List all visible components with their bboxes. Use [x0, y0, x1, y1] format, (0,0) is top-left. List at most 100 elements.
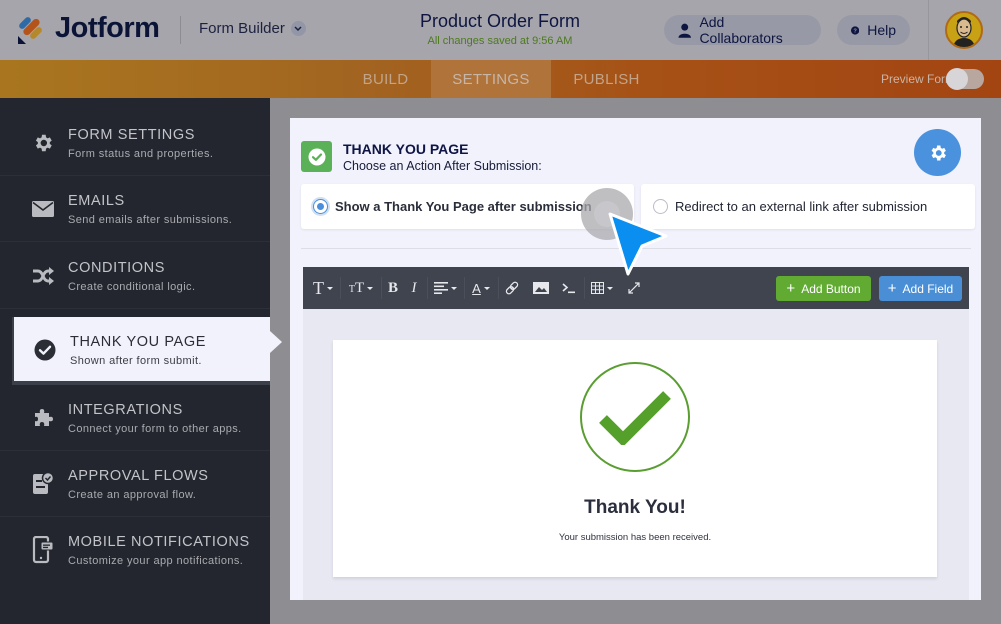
code-button[interactable]: [560, 277, 578, 299]
add-field-button[interactable]: + Add Field: [879, 276, 962, 301]
sidebar-item-form-settings[interactable]: FORM SETTINGS Form status and properties…: [0, 110, 270, 176]
caret-down-icon: [450, 286, 457, 290]
caret-down-icon: [607, 286, 613, 290]
terminal-icon: [562, 283, 575, 294]
thank-you-heading: Thank You!: [584, 497, 686, 518]
tab-settings[interactable]: SETTINGS: [431, 60, 551, 98]
sidebar-item-thank-you-page[interactable]: THANK YOU PAGE Shown after form submit.: [12, 317, 270, 385]
option-label: Redirect to an external link after submi…: [675, 199, 928, 214]
text-size-icon: TT: [348, 280, 365, 296]
thank-you-preview-card[interactable]: Thank You! Your submission has been rece…: [333, 340, 937, 577]
shuffle-icon: [30, 263, 56, 289]
gear-icon: [30, 130, 56, 156]
sidebar-item-label: CONDITIONS: [68, 260, 166, 276]
header-divider: [180, 16, 181, 44]
table-button[interactable]: [589, 277, 615, 299]
form-title-area: Product Order Form All changes saved at …: [340, 11, 660, 47]
caret-down-icon: [367, 286, 374, 290]
toolbar-separator: [498, 277, 499, 299]
form-title: Product Order Form: [419, 11, 581, 31]
sidebar-item-label: APPROVAL FLOWS: [68, 468, 209, 484]
mobile-icon: [30, 536, 56, 564]
option-redirect-external-link[interactable]: Redirect to an external link after submi…: [641, 184, 975, 229]
user-icon: [678, 23, 691, 38]
font-size-button[interactable]: TT: [346, 277, 376, 299]
toolbar-separator: [340, 277, 341, 299]
preview-form-label: Preview Form: [880, 72, 955, 86]
sidebar-item-description: Form status and properties.: [68, 148, 214, 160]
sidebar-item-description: Connect your form to other apps.: [68, 423, 242, 435]
plus-icon: +: [887, 279, 897, 297]
check-badge-icon: [301, 141, 332, 172]
sidebar-item-label: INTEGRATIONS: [68, 402, 183, 418]
sidebar-item-emails[interactable]: EMAILS Send emails after submissions.: [0, 176, 270, 242]
toggle-knob: [946, 68, 968, 90]
fullscreen-button[interactable]: [625, 277, 643, 299]
chevron-down-icon: [290, 21, 306, 36]
radio-show-thank-you-page[interactable]: [313, 199, 328, 214]
align-button[interactable]: [432, 277, 458, 299]
toolbar-separator: [427, 277, 428, 299]
tab-build[interactable]: BUILD: [340, 60, 431, 98]
sidebar-item-description: Create conditional logic.: [68, 281, 196, 293]
italic-button[interactable]: I: [407, 277, 421, 299]
sidebar-item-label: FORM SETTINGS: [68, 127, 196, 143]
link-icon: [505, 281, 519, 295]
sidebar-item-conditions[interactable]: CONDITIONS Create conditional logic.: [0, 243, 270, 309]
preview-form-toggle[interactable]: [946, 68, 984, 90]
add-button-label: Add Button: [801, 281, 861, 296]
success-check-icon: [580, 362, 690, 472]
italic-icon: I: [411, 279, 417, 296]
bold-button[interactable]: B: [386, 277, 400, 299]
plus-icon: +: [786, 279, 796, 297]
image-icon: [533, 282, 549, 294]
brand-name: Jotform: [55, 12, 160, 44]
help-label: Help: [867, 22, 896, 38]
panel-title: THANK YOU PAGE: [343, 141, 469, 157]
user-avatar[interactable]: [945, 11, 983, 49]
image-button[interactable]: [532, 277, 550, 299]
caret-down-icon: [327, 286, 333, 290]
sidebar-item-integrations[interactable]: INTEGRATIONS Connect your form to other …: [0, 385, 270, 451]
envelope-icon: [30, 196, 56, 222]
avatar-face-icon: [953, 17, 975, 47]
add-collaborators-button[interactable]: Add Collaborators: [664, 14, 821, 46]
check-circle-icon: [32, 337, 58, 363]
add-collaborators-label: Add Collaborators: [699, 14, 783, 46]
thank-you-page-panel: THANK YOU PAGE Choose an Action After Su…: [290, 118, 981, 600]
form-builder-dropdown[interactable]: Form Builder: [199, 20, 306, 37]
thank-you-message: Your submission has been received.: [558, 532, 712, 543]
sidebar-item-description: Create an approval flow.: [68, 489, 197, 501]
jotform-logo-icon: [18, 17, 42, 44]
thank-you-editor: T TT B I A + Add Button + Add Field Than…: [303, 267, 969, 600]
sidebar-item-description: Customize your app notifications.: [68, 555, 244, 567]
option-label: Show a Thank You Page after submission: [335, 199, 592, 214]
font-family-button[interactable]: T: [311, 277, 335, 299]
align-left-icon: [433, 282, 448, 294]
text-color-button[interactable]: A: [469, 277, 493, 299]
question-circle-icon: ?: [851, 25, 860, 35]
toolbar-separator: [584, 277, 585, 299]
link-button[interactable]: [503, 277, 521, 299]
sidebar-item-label: THANK YOU PAGE: [70, 334, 206, 350]
approval-icon: [30, 471, 56, 497]
help-button[interactable]: ? Help: [837, 15, 910, 45]
add-field-label: Add Field: [902, 281, 954, 296]
toolbar-separator: [381, 277, 382, 299]
add-button-button[interactable]: + Add Button: [776, 276, 871, 301]
sidebar-item-mobile-notifications[interactable]: MOBILE NOTIFICATIONS Customize your app …: [0, 517, 270, 583]
svg-text:?: ?: [853, 28, 857, 34]
settings-sidebar: FORM SETTINGS Form status and properties…: [0, 98, 270, 624]
bold-icon: B: [387, 279, 398, 296]
text-color-icon: A: [472, 280, 481, 296]
top-header: Jotform Form Builder Product Order Form …: [0, 0, 1001, 60]
expand-icon: [628, 282, 640, 294]
sidebar-item-label: MOBILE NOTIFICATIONS: [68, 534, 250, 550]
sidebar-item-approval-flows[interactable]: APPROVAL FLOWS Create an approval flow.: [0, 451, 270, 517]
sidebar-item-label: EMAILS: [68, 193, 125, 209]
thank-you-settings-button[interactable]: [914, 129, 961, 176]
save-status: All changes saved at 9:56 AM: [427, 35, 573, 47]
page-edge: [981, 98, 1001, 624]
tab-publish[interactable]: PUBLISH: [551, 60, 662, 98]
gear-icon: [931, 145, 946, 160]
